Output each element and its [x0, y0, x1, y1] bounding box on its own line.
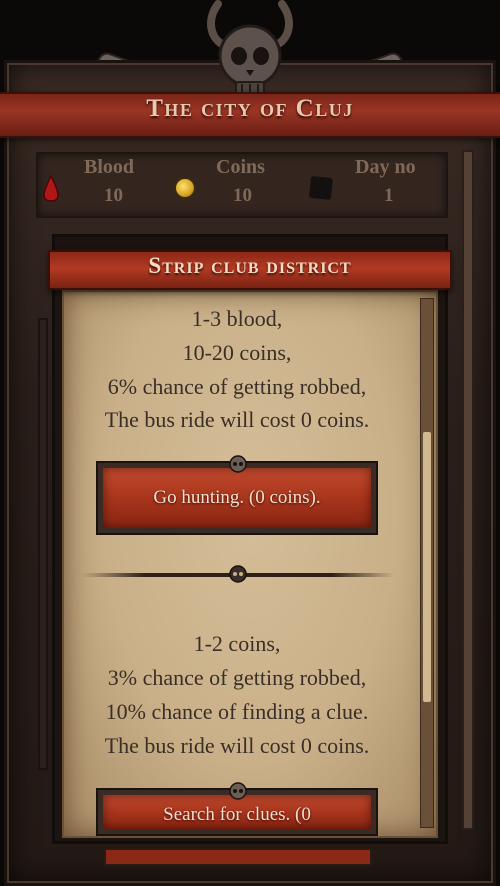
blood-drop-icon — [43, 174, 59, 202]
blood-value: 10 — [104, 185, 123, 206]
clue-info-coins: 1-2 coins, — [193, 631, 281, 656]
coins-label: Coins — [216, 156, 265, 178]
coin-icon — [174, 177, 196, 199]
clue-info-robbed: 3% chance of getting robbed, — [107, 665, 367, 690]
hunt-info-coins: 10-20 coins, — [182, 340, 292, 365]
city-title: The city of Cluj — [146, 95, 354, 122]
district-title: Strip club district — [148, 253, 352, 278]
day-icon — [308, 175, 334, 201]
coins-value: 10 — [233, 185, 252, 206]
skull-icon — [229, 782, 247, 800]
hunt-info-blood: 1-3 blood, — [191, 306, 283, 331]
hunt-info-bus: The bus ride will cost 0 coins. — [104, 407, 370, 432]
skull-icon — [229, 455, 247, 473]
day-value: 1 — [384, 185, 394, 206]
day-label: Day no — [355, 156, 416, 178]
blood-label: Blood — [84, 156, 135, 178]
hunt-info-robbed: 6% chance of getting robbed, — [107, 374, 367, 399]
clue-info-bus: The bus ride will cost 0 coins. — [104, 733, 370, 758]
clue-info-clue: 10% chance of finding a clue. — [105, 699, 369, 724]
bottom-bar — [104, 848, 372, 866]
background-scrollbar[interactable] — [462, 150, 474, 830]
modal-scroll-thumb[interactable] — [423, 432, 431, 702]
background-rail — [38, 318, 48, 770]
divider-skull-icon — [229, 565, 247, 583]
